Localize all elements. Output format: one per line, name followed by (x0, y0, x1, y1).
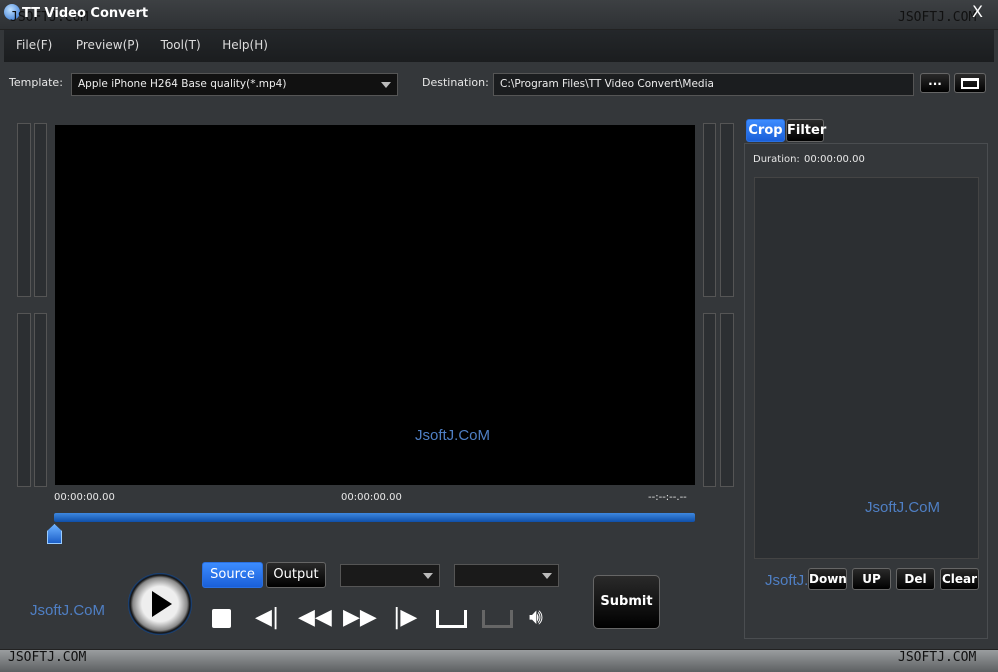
submit-button[interactable]: Submit (593, 575, 660, 629)
watermark: JsoftJ.CoM (415, 427, 491, 444)
watermark: JsoftJ.CoM (865, 499, 941, 516)
title-bar: JSOFTJ.COM TT Video Convert JSOFTJ.COM X (0, 0, 998, 30)
time-end: --:--:--.-- (648, 492, 687, 503)
tab-output[interactable]: Output (266, 562, 326, 588)
fast-forward-button[interactable]: ▶▶ (343, 606, 377, 630)
filter-list[interactable]: JsoftJ.CoM (754, 177, 979, 559)
seek-bar[interactable] (54, 513, 695, 522)
video-preview: JsoftJ.CoM (55, 125, 695, 485)
app-title: TT Video Convert (22, 6, 149, 21)
level-meter-right (703, 123, 716, 297)
menu-file[interactable]: File(F) (16, 38, 52, 52)
destination-label: Destination: (422, 76, 489, 89)
level-meter-left (34, 313, 47, 487)
folder-open-icon (961, 78, 979, 89)
time-current: 00:00:00.00 (341, 492, 402, 503)
previous-frame-button[interactable]: ◀| (255, 606, 279, 630)
watermark: JSOFTJ.COM (898, 650, 977, 665)
mark-in-button[interactable] (436, 610, 467, 628)
chevron-down-icon (381, 82, 391, 88)
stop-button[interactable] (212, 609, 231, 628)
menu-bar: File(F) Preview(P) Tool(T) Help(H) (4, 30, 994, 62)
time-start: 00:00:00.00 (54, 492, 115, 503)
menu-help[interactable]: Help(H) (222, 38, 268, 52)
next-frame-button[interactable]: |▶ (393, 606, 417, 630)
watermark: JSOFTJ.COM (8, 650, 87, 665)
close-button[interactable]: X (972, 2, 983, 21)
crop-panel: Duration: 00:00:00.00 JsoftJ.CoM JsoftJ.… (744, 143, 988, 639)
level-meter-right (720, 313, 734, 487)
level-meter-left (17, 123, 31, 297)
tab-filter[interactable]: Filter (786, 119, 826, 142)
watermark: JSOFTJ.COM (898, 10, 977, 25)
mark-out-button[interactable] (482, 610, 513, 628)
level-meter-right (703, 313, 716, 487)
volume-icon[interactable]: 🔊︎ (529, 606, 543, 630)
rewind-button[interactable]: ◀◀ (298, 606, 332, 630)
play-button[interactable] (128, 573, 192, 635)
clear-button[interactable]: Clear (940, 568, 979, 590)
duration-label: Duration: (753, 154, 800, 165)
level-meter-left (34, 123, 47, 297)
play-icon (152, 591, 172, 617)
delete-button[interactable]: Del (896, 568, 935, 590)
up-button[interactable]: UP (852, 568, 891, 590)
tab-source[interactable]: Source (202, 562, 263, 588)
level-meter-left (17, 313, 31, 487)
seek-handle[interactable] (47, 524, 62, 544)
template-value: Apple iPhone H264 Base quality(*.mp4) (78, 78, 287, 90)
level-meter-right (720, 123, 734, 297)
browse-button[interactable]: ... (920, 73, 950, 93)
menu-tool[interactable]: Tool(T) (161, 38, 201, 52)
down-button[interactable]: Down (808, 568, 847, 590)
duration-value: 00:00:00.00 (804, 154, 865, 165)
chevron-down-icon (542, 573, 552, 579)
chevron-down-icon (423, 573, 433, 579)
audio-track-select[interactable] (340, 564, 440, 587)
watermark: JsoftJ.CoM (30, 602, 106, 619)
destination-value: C:\Program Files\TT Video Convert\Media (500, 78, 714, 90)
template-label: Template: (9, 76, 63, 89)
menu-preview[interactable]: Preview(P) (76, 38, 139, 52)
template-select[interactable]: Apple iPhone H264 Base quality(*.mp4) (71, 73, 398, 96)
status-bar: JSOFTJ.COM JSOFTJ.COM (0, 649, 998, 672)
subtitle-select[interactable] (454, 564, 559, 587)
destination-input[interactable]: C:\Program Files\TT Video Convert\Media (493, 73, 914, 96)
tab-crop[interactable]: Crop (746, 119, 785, 142)
open-folder-button[interactable] (954, 73, 986, 93)
